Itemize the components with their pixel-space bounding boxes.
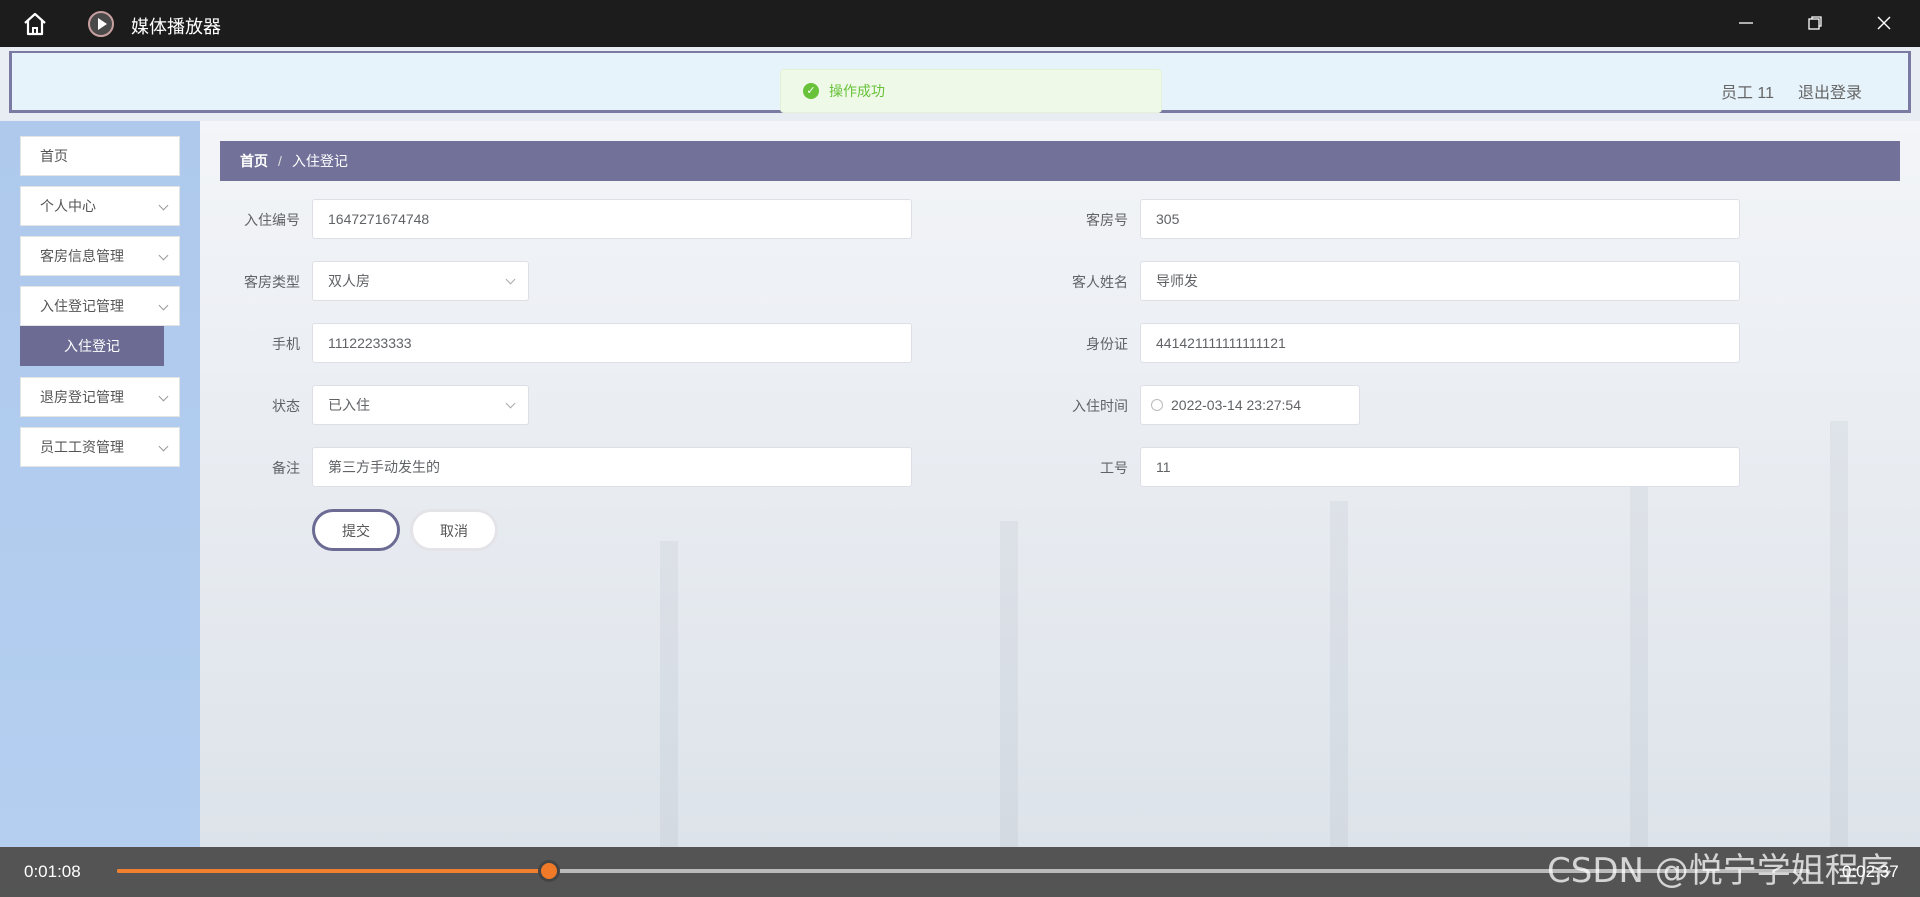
breadcrumb-home[interactable]: 首页 bbox=[240, 153, 268, 169]
seek-thumb[interactable] bbox=[537, 860, 560, 882]
chevron-down-icon bbox=[158, 200, 169, 211]
success-toast: ✓ 操作成功 bbox=[780, 69, 1162, 113]
breadcrumb-current: 入住登记 bbox=[291, 153, 348, 169]
sidebar-item-salary-mgmt[interactable]: 员工工资管理 bbox=[20, 427, 180, 467]
sidebar-item-label: 首页 bbox=[40, 148, 68, 164]
staff-no-label: 工号 bbox=[1100, 460, 1128, 476]
background-decoration bbox=[660, 541, 678, 847]
sidebar-item-label: 员工工资管理 bbox=[40, 439, 124, 455]
phone-label: 手机 bbox=[272, 336, 300, 352]
checkin-time-label: 入住时间 bbox=[1072, 398, 1128, 414]
remark-field[interactable]: 第三方手动发生的 bbox=[312, 447, 912, 487]
current-user: 员工 11 bbox=[1720, 85, 1774, 102]
background-decoration bbox=[1630, 481, 1648, 847]
checkin-no-field[interactable]: 1647271674748 bbox=[312, 199, 912, 239]
chevron-down-icon bbox=[505, 274, 516, 285]
chevron-down-icon bbox=[158, 441, 169, 452]
checkin-no-label: 入住编号 bbox=[244, 212, 300, 228]
cancel-button[interactable]: 取消 bbox=[410, 509, 498, 551]
check-circle-icon: ✓ bbox=[803, 83, 819, 99]
checkin-time-value: 2022-03-14 23:27:54 bbox=[1171, 397, 1301, 413]
staff-no-field[interactable]: 11 bbox=[1140, 447, 1740, 487]
csdn-watermark: CSDN @悦宁学姐程序 bbox=[1547, 851, 1893, 891]
player-titlebar: 媒体播放器 bbox=[0, 0, 1920, 47]
submit-button[interactable]: 提交 bbox=[312, 509, 400, 551]
room-no-label: 客房号 bbox=[1086, 212, 1128, 228]
breadcrumb: 首页 / 入住登记 bbox=[220, 141, 1900, 181]
sidebar: 首页 个人中心 客房信息管理 入住登记管理 入住登记 退房登记管理 员工工资管理 bbox=[0, 121, 200, 847]
chevron-down-icon bbox=[505, 398, 516, 409]
checkin-time-picker[interactable]: 2022-03-14 23:27:54 bbox=[1140, 385, 1360, 425]
toast-message: 操作成功 bbox=[829, 83, 885, 99]
minimize-button[interactable] bbox=[1726, 8, 1766, 38]
guest-name-field[interactable]: 导师发 bbox=[1140, 261, 1740, 301]
room-type-label: 客房类型 bbox=[244, 274, 300, 290]
sidebar-item-label: 个人中心 bbox=[40, 198, 96, 214]
chevron-down-icon bbox=[158, 391, 169, 402]
background-decoration bbox=[1330, 501, 1348, 847]
breadcrumb-separator: / bbox=[278, 153, 282, 169]
sidebar-subitem-checkin[interactable]: 入住登记 bbox=[20, 326, 164, 366]
sidebar-item-checkout-mgmt[interactable]: 退房登记管理 bbox=[20, 377, 180, 417]
current-time: 0:01:08 bbox=[24, 862, 81, 881]
id-card-field[interactable]: 441421111111111121 bbox=[1140, 323, 1740, 363]
status-select[interactable]: 已入住 bbox=[312, 385, 529, 425]
sidebar-item-label: 入住登记管理 bbox=[40, 298, 124, 314]
status-value: 已入住 bbox=[328, 397, 370, 413]
window-title: 媒体播放器 bbox=[131, 17, 221, 37]
sidebar-item-personal-center[interactable]: 个人中心 bbox=[20, 186, 180, 226]
room-no-field[interactable]: 305 bbox=[1140, 199, 1740, 239]
guest-name-label: 客人姓名 bbox=[1072, 274, 1128, 290]
chevron-down-icon bbox=[158, 300, 169, 311]
phone-field[interactable]: 11122233333 bbox=[312, 323, 912, 363]
background-decoration bbox=[1830, 421, 1848, 847]
chevron-down-icon bbox=[158, 250, 169, 261]
seek-bar-progress bbox=[117, 869, 549, 873]
main-content: 首页 / 入住登记 入住编号 1647271674748 客房号 305 客房类型 … bbox=[200, 121, 1920, 847]
logout-link[interactable]: 退出登录 bbox=[1798, 79, 1862, 103]
media-player-icon bbox=[88, 11, 114, 37]
sidebar-item-home[interactable]: 首页 bbox=[20, 136, 180, 176]
restore-button[interactable] bbox=[1795, 8, 1835, 38]
web-page: ✓ 操作成功 员工 11 退出登录 首页 个人中心 客房信息管理 入住登记管理 … bbox=[0, 47, 1920, 847]
home-icon[interactable] bbox=[21, 11, 49, 37]
room-type-value: 双人房 bbox=[328, 273, 370, 289]
top-header: ✓ 操作成功 员工 11 退出登录 bbox=[9, 51, 1911, 113]
remark-label: 备注 bbox=[272, 460, 300, 476]
close-button[interactable] bbox=[1864, 8, 1904, 38]
clock-icon bbox=[1151, 399, 1163, 411]
id-card-label: 身份证 bbox=[1086, 336, 1128, 352]
status-label: 状态 bbox=[272, 398, 300, 414]
background-decoration bbox=[1000, 521, 1018, 847]
room-type-select[interactable]: 双人房 bbox=[312, 261, 529, 301]
sidebar-item-label: 客房信息管理 bbox=[40, 248, 124, 264]
sidebar-item-room-info[interactable]: 客房信息管理 bbox=[20, 236, 180, 276]
sidebar-item-label: 退房登记管理 bbox=[40, 389, 124, 405]
sidebar-item-checkin-mgmt[interactable]: 入住登记管理 bbox=[20, 286, 180, 326]
